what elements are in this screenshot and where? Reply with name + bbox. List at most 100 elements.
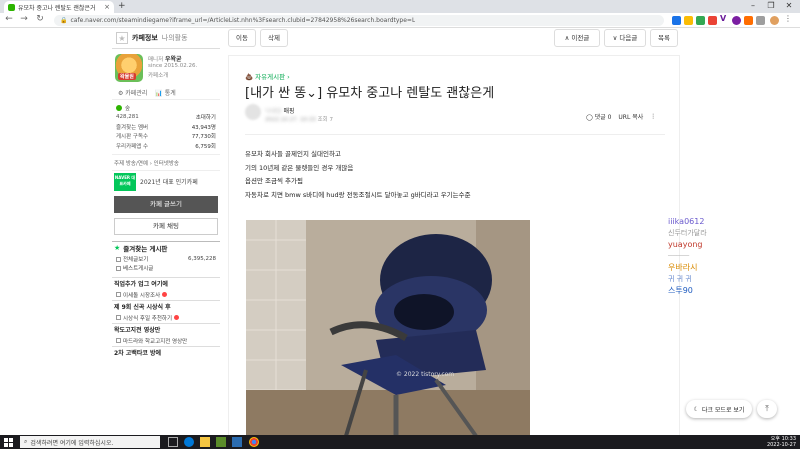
extensions-puzzle-icon[interactable]: [756, 16, 765, 25]
move-button[interactable]: 이동: [228, 29, 256, 47]
windows-start-icon[interactable]: [4, 438, 13, 447]
list-button[interactable]: 목록: [650, 29, 678, 47]
board-item[interactable]: 마드라와 학교고지전 영상만: [112, 336, 220, 346]
board-group-title: 2차 고백타코 방에: [112, 345, 220, 359]
board-item[interactable]: 이세돌 시장조사: [112, 290, 220, 300]
favorite-star-icon[interactable]: ★: [116, 32, 128, 44]
stat-label: 즐겨찾는 멤버: [116, 124, 149, 131]
url-text: cafe.naver.com/steamindiegame?iframe_url…: [70, 17, 416, 24]
cafe-stats-link[interactable]: 📊 통계: [155, 88, 175, 97]
cafe-intro-link[interactable]: 카페소개: [148, 71, 168, 79]
author-line[interactable]: 닉네임 매핑: [265, 106, 295, 115]
extension-green-icon[interactable]: [696, 16, 705, 25]
extension-purple-icon[interactable]: [732, 16, 741, 25]
chat-subtext: ─────: [668, 252, 690, 260]
extension-orange-icon[interactable]: [744, 16, 753, 25]
manager-name[interactable]: 우왁굳: [165, 56, 182, 63]
article-title: [내가 싼 똥⌄] 유모차 중고나 렌탈도 괜찮은게: [245, 86, 495, 101]
dark-mode-button[interactable]: ☾ 다크 모드로 보기: [686, 400, 752, 418]
photo-watermark: © 2022 tistory.com: [396, 371, 454, 378]
delete-button[interactable]: 삭제: [260, 29, 288, 47]
article-body: 유모차 회사들 골제인지 실대인하고 기의 10년제 같은 물렛들인 경우 개많…: [245, 148, 471, 202]
stat-row: 우리카페앱 수 6,759회: [116, 141, 216, 151]
body-line: 옵션만 조금씩 추가됨: [245, 177, 303, 185]
stat-value: 77,730회: [191, 134, 216, 141]
tab-close-icon[interactable]: ×: [104, 3, 110, 11]
system-tray-clock[interactable]: 오후 10:33 2022-10-27: [767, 436, 796, 448]
tab-my-activity[interactable]: 나의활동: [162, 33, 188, 43]
comment-count[interactable]: ◯ 댓글 0: [586, 112, 611, 121]
more-options-icon[interactable]: ⋮: [650, 113, 656, 120]
tab-cafe-info[interactable]: 카페정보: [132, 33, 158, 43]
minecraft-icon[interactable]: [216, 437, 226, 447]
award-text: 2021년 대표 인기카페: [140, 179, 198, 186]
url-bar[interactable]: 🔒 cafe.naver.com/steamindiegame?iframe_u…: [54, 15, 664, 26]
cafe-profile: 왁물원 매니저 우왁굳 since 2015.02.26. 카페소개: [112, 49, 220, 85]
board-name: 이세돌 시장조사: [123, 292, 161, 299]
next-article-button[interactable]: ∨ 다음글: [604, 29, 646, 47]
scroll-top-button[interactable]: ⤒: [757, 400, 777, 418]
member-count: 428,281: [116, 114, 139, 121]
board-item[interactable]: 시상식 후일 추천하기: [112, 313, 220, 323]
stat-row: 428,281 초대하기: [116, 113, 216, 123]
board-name: 전체글보기: [123, 257, 149, 263]
chat-username[interactable]: yuayong: [668, 239, 778, 251]
url-copy-button[interactable]: URL 복사: [618, 112, 643, 121]
board-link[interactable]: 💩 자유게시판 ›: [245, 71, 290, 81]
cafe-logo-text: 왁물원: [118, 73, 136, 80]
cafe-write-button[interactable]: 카페 글쓰기: [114, 195, 218, 213]
store-icon[interactable]: [232, 437, 242, 447]
task-view-icon[interactable]: [168, 437, 178, 447]
file-explorer-icon[interactable]: [200, 437, 210, 447]
author-avatar[interactable]: [245, 104, 261, 120]
sidebar-tabs: ★ 카페정보 나의활동: [112, 28, 220, 49]
invite-link[interactable]: 초대하기: [196, 113, 216, 121]
cafe-logo[interactable]: 왁물원: [115, 54, 143, 82]
clock-date: 2022-10-27: [766, 442, 796, 448]
divider: [245, 134, 665, 135]
browser-tab[interactable]: 유모차 중고나 렌탈도 괜찮은거 ×: [4, 1, 114, 13]
manage-links: ⚙ 카페관리 📊 통계: [112, 85, 220, 100]
board-item-best[interactable]: 베스트게시글: [112, 264, 220, 273]
stat-value: 43,943명: [191, 124, 216, 131]
chrome-icon[interactable]: [249, 437, 259, 447]
profile-avatar[interactable]: [770, 16, 779, 25]
stroller-photo[interactable]: © 2022 tistory.com: [246, 220, 530, 436]
windows-taskbar: ⌕ 검색하려면 여기에 입력하십시오. 오후 10:33 2022-10-27: [0, 435, 800, 449]
forward-icon[interactable]: →: [18, 14, 30, 24]
stat-row: 즐겨찾는 멤버 43,943명: [116, 122, 216, 132]
browser-menu-icon[interactable]: ⋮: [784, 14, 793, 23]
back-icon[interactable]: ←: [3, 14, 15, 24]
extension-star-icon[interactable]: [684, 16, 693, 25]
board-item-all[interactable]: 전체글보기 6,395,228: [112, 255, 220, 264]
star-icon: ★: [114, 244, 121, 252]
minimize-button[interactable]: –: [744, 0, 762, 12]
article-date: 2022.10.27. 10:33: [265, 117, 316, 123]
cafe-chat-button[interactable]: 카페 채팅: [114, 217, 218, 235]
favorite-boards-section: ★ 즐겨찾는 게시판 전체글보기 6,395,228 베스트게시글: [112, 240, 220, 273]
taskbar-search[interactable]: ⌕ 검색하려면 여기에 입력하십시오.: [20, 436, 160, 448]
prev-article-button[interactable]: ∧ 이전글: [554, 29, 600, 47]
cafe-manage-link[interactable]: ⚙ 카페관리: [118, 88, 147, 97]
cafe-sidebar: ★ 카페정보 나의활동 왁물원 매니저 우왁굳 since 2015.02.26…: [112, 28, 220, 435]
new-tab-button[interactable]: +: [118, 1, 126, 11]
maximize-button[interactable]: ❐: [762, 0, 780, 12]
edge-icon[interactable]: [184, 437, 194, 447]
chat-username[interactable]: 스투90: [668, 285, 778, 297]
chat-username[interactable]: iiika0612: [668, 216, 778, 228]
reload-icon[interactable]: ↻: [34, 14, 46, 24]
close-window-button[interactable]: ✕: [780, 0, 798, 12]
extension-red-icon[interactable]: [708, 16, 717, 25]
tab-title: 유모차 중고나 렌탈도 괜찮은거: [18, 4, 96, 12]
board-count: 6,395,228: [188, 256, 216, 262]
board-poo-icon: 💩: [245, 73, 254, 81]
chat-username[interactable]: 우바라시: [668, 262, 778, 274]
board-group-title: 직업추가 업그 여기에: [112, 276, 220, 290]
board-name: 자유게시판: [255, 73, 286, 81]
body-line: 기의 10년제 같은 물렛들인 경우 개많음: [245, 163, 354, 172]
stat-label: 우리카페앱 수: [116, 143, 149, 150]
new-badge-icon: [174, 315, 180, 320]
extension-share-icon[interactable]: [672, 16, 681, 25]
article-toolbar: 이동 삭제 ∧ 이전글 ∨ 다음글 목록: [228, 29, 680, 49]
extension-v-icon[interactable]: V: [720, 14, 729, 23]
